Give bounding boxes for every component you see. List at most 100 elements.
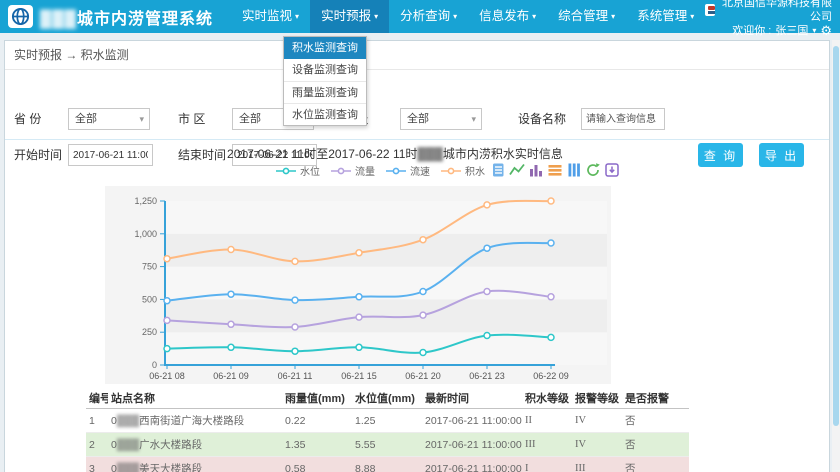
- scrollbar-thumb[interactable]: [833, 46, 839, 426]
- nav-item-实时监视[interactable]: 实时监视▾: [231, 0, 310, 33]
- dropdown-item-积水监测查询[interactable]: 积水监测查询: [284, 37, 366, 59]
- svg-text:06-21 11: 06-21 11: [278, 371, 313, 381]
- dropdown-item-水位监测查询[interactable]: 水位监测查询: [284, 103, 366, 125]
- welcome-row: 欢迎你 : 张三国 ▾ ⚙: [705, 24, 832, 38]
- alarm-level: IV: [572, 433, 622, 456]
- nav-item-label: 实时监视: [242, 9, 292, 23]
- chevron-down-icon: ▾: [532, 12, 536, 21]
- welcome-text: 欢迎你 :: [732, 24, 771, 38]
- column-header: 是否报警: [622, 389, 689, 408]
- station-name: 0███西南街道广海大楼路段: [108, 409, 282, 432]
- chevron-down-icon: ▾: [374, 12, 378, 21]
- app-title: ███城市内涝管理系统: [40, 5, 213, 29]
- chart-toolbox: [489, 161, 620, 178]
- latest-time: 2017-06-21 11:00:00: [422, 457, 522, 472]
- svg-text:06-22 09: 06-22 09: [533, 371, 569, 381]
- dropdown-item-设备监测查询[interactable]: 设备监测查询: [284, 59, 366, 81]
- legend-marker-icon: [275, 166, 297, 176]
- main-content-card: 实时预报 → 积水监测 省 份 全部▾ 市 区 全部▾ 县 级 全部▾ 设备名称…: [4, 40, 830, 472]
- chevron-down-icon: ▾: [295, 12, 299, 21]
- table-header-row: 编号站点名称雨量值(mm)水位值(mm)最新时间积水等级报警等级是否报警: [86, 389, 689, 409]
- table-row[interactable]: 10███西南街道广海大楼路段0.221.252017-06-21 11:00:…: [86, 409, 689, 433]
- redacted-station-code: ███: [117, 415, 139, 427]
- realtime-forecast-dropdown: 积水监测查询设备监测查询雨量监测查询水位监测查询: [283, 36, 367, 126]
- alarm-level: IV: [572, 409, 622, 432]
- rain-value: 0.22: [282, 409, 352, 432]
- legend-item-流量[interactable]: 流量: [330, 163, 375, 178]
- settings-gear-icon[interactable]: ⚙: [820, 24, 832, 37]
- svg-text:06-21 09: 06-21 09: [213, 371, 249, 381]
- nav-item-实时预报[interactable]: 实时预报▾: [310, 0, 389, 33]
- station-name-text: 广水大楼路段: [139, 439, 202, 451]
- svg-text:750: 750: [142, 262, 157, 272]
- svg-text:500: 500: [142, 294, 157, 304]
- table-row[interactable]: 30███美天大楼路段0.588.882017-06-21 11:00:00II…: [86, 457, 689, 472]
- province-select[interactable]: 全部▾: [68, 108, 150, 130]
- topbar: ███城市内涝管理系统 实时监视▾实时预报▾分析查询▾信息发布▾综合管理▾系统管…: [0, 0, 840, 33]
- column-header: 站点名称: [108, 389, 282, 408]
- tiled-icon[interactable]: [565, 161, 582, 178]
- nav-item-label: 系统管理: [637, 9, 687, 23]
- station-name-text: 美天大楼路段: [139, 463, 202, 472]
- company-row: 北京国信华源科技有限公司: [705, 0, 832, 24]
- nav-item-系统管理[interactable]: 系统管理▾: [626, 0, 705, 33]
- flood-level: I: [522, 457, 572, 472]
- dropdown-item-雨量监测查询[interactable]: 雨量监测查询: [284, 81, 366, 103]
- scrollbar-track[interactable]: [832, 40, 840, 472]
- data-view-icon[interactable]: [489, 161, 506, 178]
- nav-item-综合管理[interactable]: 综合管理▾: [547, 0, 626, 33]
- nav-item-信息发布[interactable]: 信息发布▾: [468, 0, 547, 33]
- nav-item-分析查询[interactable]: 分析查询▾: [389, 0, 468, 33]
- legend-label: 流量: [355, 163, 375, 178]
- table-row[interactable]: 20███广水大楼路段1.355.552017-06-21 11:00:00II…: [86, 433, 689, 457]
- svg-text:1,000: 1,000: [134, 229, 157, 239]
- chevron-down-icon: ▾: [690, 12, 694, 21]
- filter-section: 省 份 全部▾ 市 区 全部▾ 县 级 全部▾ 设备名称 开始时间 结束时间 查…: [5, 70, 829, 140]
- station-code-prefix: 0: [111, 463, 117, 472]
- legend-marker-icon: [330, 166, 352, 176]
- column-header: 积水等级: [522, 389, 572, 408]
- line-chart-icon[interactable]: [508, 161, 525, 178]
- chart-title: 2017-06-21 11时至2017-06-22 11时███城市内涝积水实时…: [105, 145, 685, 162]
- nav-item-label: 分析查询: [400, 9, 450, 23]
- user-caret-icon[interactable]: ▾: [812, 24, 816, 38]
- water-value: 5.55: [352, 433, 422, 456]
- legend-item-积水[interactable]: 积水: [440, 163, 485, 178]
- nav-item-label: 综合管理: [558, 9, 608, 23]
- alarmed-flag: 否: [622, 433, 689, 456]
- chevron-down-icon: ▾: [611, 12, 615, 21]
- water-value: 1.25: [352, 409, 422, 432]
- station-name-text: 西南街道广海大楼路段: [139, 415, 244, 427]
- svg-text:1,250: 1,250: [134, 196, 157, 206]
- refresh-icon[interactable]: [584, 161, 601, 178]
- flood-level: II: [522, 409, 572, 432]
- column-header: 最新时间: [422, 389, 522, 408]
- province-label: 省 份: [14, 108, 41, 130]
- county-select[interactable]: 全部▾: [400, 108, 482, 130]
- chevron-down-icon: ▾: [453, 12, 457, 21]
- company-name: 北京国信华源科技有限公司: [719, 0, 832, 24]
- bar-chart-icon[interactable]: [527, 161, 544, 178]
- username-menu[interactable]: 张三国: [775, 24, 808, 38]
- station-code-prefix: 0: [111, 439, 117, 451]
- stack-icon[interactable]: [546, 161, 563, 178]
- station-name: 0███美天大楼路段: [108, 457, 282, 472]
- column-header: 编号: [86, 389, 108, 408]
- main-nav: 实时监视▾实时预报▾分析查询▾信息发布▾综合管理▾系统管理▾: [231, 0, 705, 33]
- device-name-input[interactable]: [581, 108, 665, 130]
- alarmed-flag: 否: [622, 409, 689, 432]
- device-name-label: 设备名称: [518, 108, 566, 130]
- legend-item-流速[interactable]: 流速: [385, 163, 430, 178]
- latest-time: 2017-06-21 11:00:00: [422, 409, 522, 432]
- nav-item-label: 实时预报: [321, 9, 371, 23]
- line-chart: 02505007501,0001,25006-21 0806-21 0906-2…: [105, 186, 611, 384]
- legend-label: 流速: [410, 163, 430, 178]
- rain-value: 0.58: [282, 457, 352, 472]
- redacted-station-code: ███: [117, 463, 139, 472]
- legend-item-水位[interactable]: 水位: [275, 163, 320, 178]
- svg-text:06-21 23: 06-21 23: [469, 371, 505, 381]
- save-image-icon[interactable]: [603, 161, 620, 178]
- app-logo: [8, 5, 33, 28]
- company-logo-icon: [705, 4, 715, 16]
- rain-value: 1.35: [282, 433, 352, 456]
